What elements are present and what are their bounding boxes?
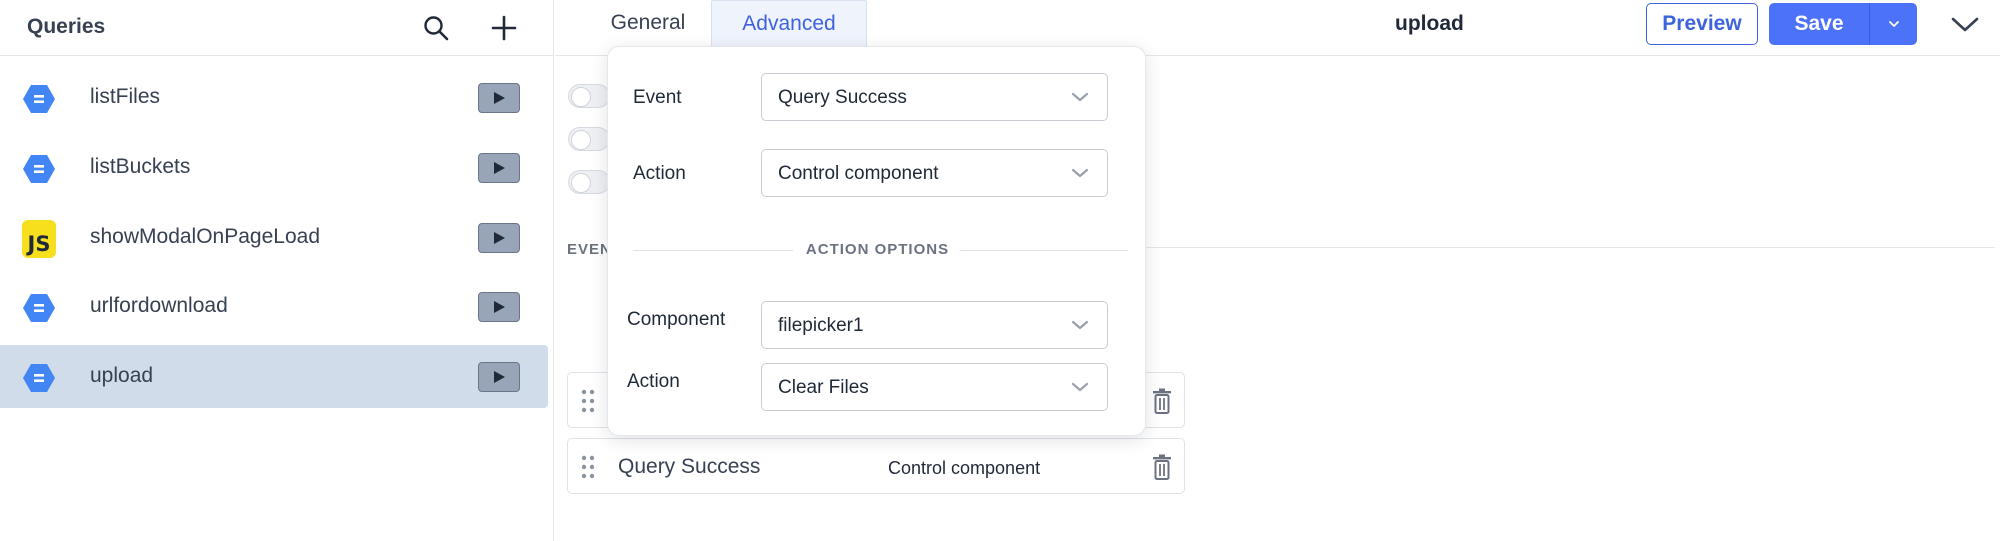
chevron-down-icon <box>1071 168 1089 178</box>
queries-panel: Queries listFiles listBuckets JS showMod… <box>0 0 554 541</box>
preview-button[interactable]: Preview <box>1646 3 1758 45</box>
drag-handle-icon[interactable] <box>581 389 595 413</box>
query-item-listfiles[interactable]: listFiles <box>0 66 548 129</box>
run-query-button[interactable] <box>478 83 520 113</box>
collapse-panel-button[interactable] <box>1945 8 1985 40</box>
save-button[interactable]: Save <box>1769 3 1869 45</box>
gcs-icon <box>22 361 56 395</box>
query-item-showmodalonpageload[interactable]: JS showModalOnPageLoad <box>0 206 548 269</box>
trash-icon[interactable] <box>1152 388 1172 414</box>
play-icon <box>494 232 505 244</box>
run-query-button[interactable] <box>478 362 520 392</box>
event-select[interactable]: Query Success <box>761 73 1108 121</box>
action-select-value: Control component <box>778 163 939 184</box>
event-handler-popover: Event Query Success Action Control compo… <box>607 46 1146 436</box>
queries-title: Queries <box>27 15 106 38</box>
option-action-label: Action <box>627 371 680 392</box>
query-label: showModalOnPageLoad <box>90 225 320 248</box>
play-icon <box>494 162 505 174</box>
chevron-down-icon <box>1888 21 1899 27</box>
event-select-value: Query Success <box>778 87 907 108</box>
drag-handle-icon[interactable] <box>581 455 595 479</box>
divider <box>960 250 1128 251</box>
play-icon <box>494 301 505 313</box>
trash-icon[interactable] <box>1152 454 1172 480</box>
gcs-icon <box>22 291 56 325</box>
query-item-upload[interactable]: upload <box>0 345 548 408</box>
option-action-select[interactable]: Clear Files <box>761 363 1108 411</box>
query-label: listBuckets <box>90 155 191 178</box>
query-name-title: upload <box>1395 12 1464 35</box>
chevron-down-icon <box>1071 92 1089 102</box>
chevron-down-icon <box>1951 17 1979 32</box>
action-label: Action <box>633 163 686 184</box>
run-query-button[interactable] <box>478 292 520 322</box>
gcs-icon <box>22 82 56 116</box>
add-query-icon[interactable] <box>486 10 522 46</box>
component-select[interactable]: filepicker1 <box>761 301 1108 349</box>
query-label: upload <box>90 364 154 387</box>
query-label: listFiles <box>90 85 161 108</box>
option-action-select-value: Clear Files <box>778 377 869 398</box>
js-icon: JS <box>22 220 56 258</box>
events-heading: EVEN <box>567 241 612 258</box>
query-item-listbuckets[interactable]: listBuckets <box>0 136 548 199</box>
chevron-down-icon <box>1071 320 1089 330</box>
run-query-button[interactable] <box>478 223 520 253</box>
play-icon <box>494 92 505 104</box>
query-item-urlfordownload[interactable]: urlfordownload <box>0 275 548 338</box>
settings-toggle[interactable] <box>568 127 610 151</box>
search-icon[interactable] <box>418 10 454 46</box>
events-divider <box>1140 247 1995 248</box>
chevron-down-icon <box>1071 382 1089 392</box>
event-name: Query Success <box>618 455 761 478</box>
queries-panel-header: Queries <box>0 0 554 56</box>
tab-advanced[interactable]: Advanced <box>711 0 867 46</box>
settings-toggle[interactable] <box>568 170 610 194</box>
tab-general[interactable]: General <box>585 0 711 46</box>
gcs-icon <box>22 152 56 186</box>
settings-toggle[interactable] <box>568 84 610 108</box>
component-select-value: filepicker1 <box>778 315 864 336</box>
component-label: Component <box>627 309 726 330</box>
event-handler-row[interactable]: Query Success Control component <box>567 438 1185 494</box>
js-badge: JS <box>22 220 56 258</box>
run-query-button[interactable] <box>478 153 520 183</box>
event-action: Control component <box>888 458 1041 478</box>
play-icon <box>494 371 505 383</box>
save-options-button[interactable] <box>1869 3 1917 45</box>
event-label: Event <box>633 87 682 108</box>
query-label: urlfordownload <box>90 294 228 317</box>
action-select[interactable]: Control component <box>761 149 1108 197</box>
